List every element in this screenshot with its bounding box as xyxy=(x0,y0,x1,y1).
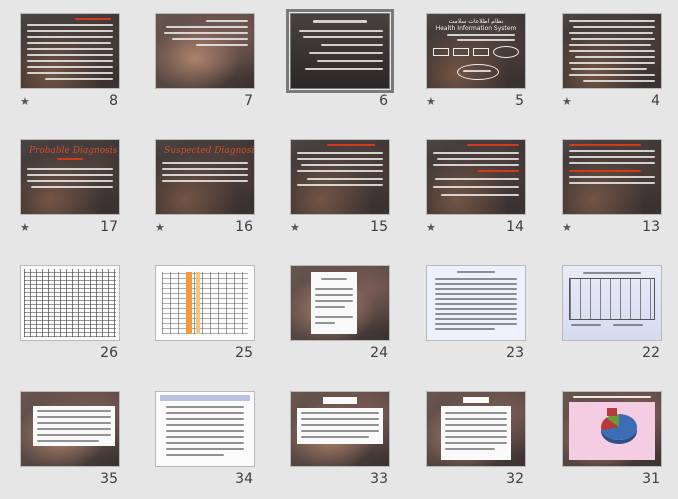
slide-14[interactable]: ★ 14 xyxy=(426,139,526,244)
slide-title: Probable Diagnosis xyxy=(29,146,118,156)
slide-number: 23 xyxy=(506,345,524,361)
slide-7[interactable]: 7 xyxy=(155,13,255,118)
star-icon: ★ xyxy=(20,221,30,234)
slide-number: 22 xyxy=(642,345,660,361)
slide-number: 34 xyxy=(235,471,253,487)
star-icon: ★ xyxy=(155,221,165,234)
slide-thumbnail[interactable] xyxy=(155,391,255,467)
slide-31[interactable]: 31 xyxy=(562,391,662,496)
slide-34[interactable]: 34 xyxy=(155,391,255,496)
slide-thumbnail[interactable] xyxy=(20,391,120,467)
slide-16[interactable]: Suspected Diagnosis ★ 16 xyxy=(155,139,255,244)
slide-4[interactable]: ★ 4 xyxy=(562,13,662,118)
slide-thumbnail[interactable] xyxy=(290,139,390,215)
star-icon: ★ xyxy=(20,95,30,108)
slide-number: 26 xyxy=(100,345,118,361)
slide-number: 25 xyxy=(235,345,253,361)
slide-32[interactable]: 32 xyxy=(426,391,526,496)
slide-thumbnail[interactable] xyxy=(562,13,662,89)
slide-thumbnail[interactable] xyxy=(155,265,255,341)
slide-number: 24 xyxy=(370,345,388,361)
slide-number: 35 xyxy=(100,471,118,487)
slide-thumbnail[interactable] xyxy=(290,391,390,467)
slide-26[interactable]: 26 xyxy=(20,265,120,370)
slide-17[interactable]: Probable Diagnosis ★ 17 xyxy=(20,139,120,244)
slide-number: 8 xyxy=(109,93,118,109)
slide-thumbnail[interactable] xyxy=(426,265,526,341)
slide-thumbnail[interactable]: Probable Diagnosis xyxy=(20,139,120,215)
slide-number: 5 xyxy=(515,93,524,109)
slide-thumbnail[interactable] xyxy=(290,265,390,341)
slide-number: 13 xyxy=(642,219,660,235)
slide-33[interactable]: 33 xyxy=(290,391,390,496)
slide-number: 14 xyxy=(506,219,524,235)
slide-number: 33 xyxy=(370,471,388,487)
slide-thumbnail[interactable]: Suspected Diagnosis xyxy=(155,139,255,215)
slide-22[interactable]: 22 xyxy=(562,265,662,370)
slide-6[interactable]: 6 xyxy=(286,9,394,118)
slide-23[interactable]: 23 xyxy=(426,265,526,370)
slide-8[interactable]: ★ 8 xyxy=(20,13,120,118)
slide-number: 7 xyxy=(244,93,253,109)
slide-35[interactable]: 35 xyxy=(20,391,120,496)
slide-number: 6 xyxy=(379,93,388,109)
slide-thumbnail[interactable] xyxy=(562,391,662,467)
slide-5[interactable]: نظام اطلاعات سلامت Health Information Sy… xyxy=(426,13,526,118)
slide-number: 16 xyxy=(235,219,253,235)
slide-number: 4 xyxy=(651,93,660,109)
slide-thumbnail[interactable] xyxy=(426,391,526,467)
slide-24[interactable]: 24 xyxy=(290,265,390,370)
slide-thumbnail[interactable] xyxy=(155,13,255,89)
slide-number: 17 xyxy=(100,219,118,235)
slide-thumbnail[interactable] xyxy=(426,139,526,215)
star-icon: ★ xyxy=(426,221,436,234)
star-icon: ★ xyxy=(426,95,436,108)
slide-thumbnail[interactable] xyxy=(20,265,120,341)
slide-number: 15 xyxy=(370,219,388,235)
slide-title: Suspected Diagnosis xyxy=(164,146,255,156)
slide-13[interactable]: ★ 13 xyxy=(562,139,662,244)
slide-number: 32 xyxy=(506,471,524,487)
slide-thumbnail[interactable]: نظام اطلاعات سلامت Health Information Sy… xyxy=(426,13,526,89)
slide-25[interactable]: 25 xyxy=(155,265,255,370)
slide-thumbnail[interactable] xyxy=(562,265,662,341)
slide-sorter: ★ 4 نظام اطلاعات سلامت Health Informatio… xyxy=(0,0,678,499)
slide-15[interactable]: ★ 15 xyxy=(290,139,390,244)
slide-title: نظام اطلاعات سلامت Health Information Sy… xyxy=(435,18,517,32)
star-icon: ★ xyxy=(562,95,572,108)
slide-thumbnail[interactable] xyxy=(286,9,394,93)
star-icon: ★ xyxy=(562,221,572,234)
slide-number: 31 xyxy=(642,471,660,487)
slide-thumbnail[interactable] xyxy=(562,139,662,215)
slide-thumbnail[interactable] xyxy=(20,13,120,89)
star-icon: ★ xyxy=(290,221,300,234)
